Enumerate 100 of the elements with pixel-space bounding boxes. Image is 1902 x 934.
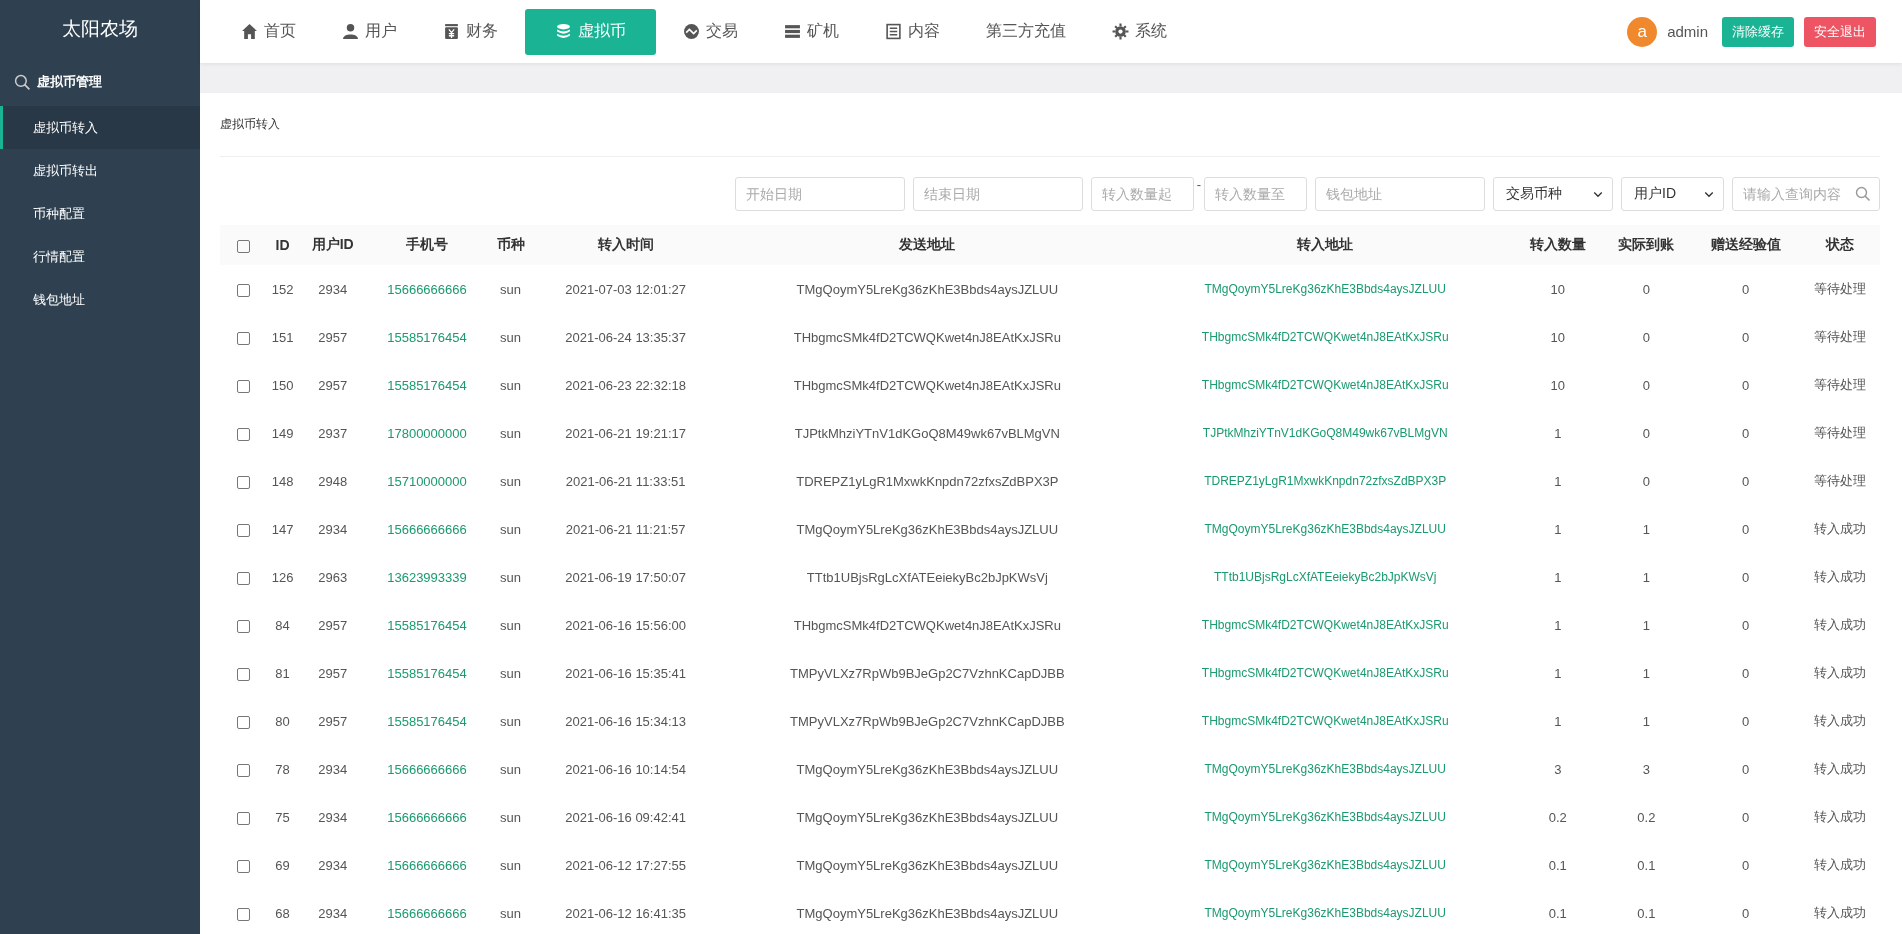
phone-link[interactable]: 15585176454 xyxy=(366,697,488,745)
address-link[interactable]: TJPtkMhziYTnV1dKGoQ8M49wk67vBLMgVN xyxy=(1136,409,1514,457)
sidebar-item[interactable]: 虚拟币转出 xyxy=(0,149,200,192)
address-link[interactable]: TTtb1UBjsRgLcXfATEeiekyBc2bJpKWsVj xyxy=(1136,553,1514,601)
address-link[interactable]: THbgmcSMk4fD2TCWQKwet4nJ8EAtKxJSRu xyxy=(1136,649,1514,697)
table-cell-text: 2021-06-12 16:41:35 xyxy=(564,904,687,923)
input-field[interactable]: 转入数量至 xyxy=(1204,177,1307,211)
table-cell-text: 0 xyxy=(1740,328,1751,347)
phone-link[interactable]: 13623993339 xyxy=(366,553,488,601)
address-link[interactable]: TMgQoymY5LreKg36zKhE3Bbds4aysJZLUU xyxy=(1136,505,1514,553)
phone-link[interactable]: 15666666666 xyxy=(366,889,488,934)
table-cell-text: 转入成功 xyxy=(1813,904,1868,922)
phone-link[interactable]: 15585176454 xyxy=(366,649,488,697)
checkbox[interactable] xyxy=(236,331,250,345)
nav-tab[interactable]: 用户 xyxy=(323,8,416,55)
phone-link[interactable]: 15585176454 xyxy=(366,361,488,409)
checkbox[interactable] xyxy=(236,715,250,729)
address-link[interactable]: TDREPZ1yLgR1MxwkKnpdn72zfxsZdBPX3P xyxy=(1136,457,1514,505)
table-cell-text: TMgQoymY5LreKg36zKhE3Bbds4aysJZLUU xyxy=(795,856,1060,875)
table-cell-text: 148 xyxy=(270,472,295,491)
nav-tab[interactable]: 系统 xyxy=(1093,8,1186,55)
checkbox[interactable] xyxy=(236,667,250,681)
checkbox[interactable] xyxy=(236,475,250,489)
phone-link[interactable]: 15585176454 xyxy=(366,313,488,361)
checkbox[interactable] xyxy=(236,283,250,297)
table-cell-text: sun xyxy=(499,904,523,923)
checkbox[interactable] xyxy=(236,571,250,585)
checkbox[interactable] xyxy=(236,239,250,253)
table-cell-text: 转入成功 xyxy=(1813,808,1868,826)
checkbox[interactable] xyxy=(236,907,250,921)
address-link[interactable]: THbgmcSMk4fD2TCWQKwet4nJ8EAtKxJSRu xyxy=(1136,601,1514,649)
input-field[interactable]: 转入数量起 xyxy=(1090,177,1194,211)
clear-cache-button[interactable]: 清除缓存 xyxy=(1722,16,1794,47)
phone-link[interactable]: 15666666666 xyxy=(366,841,488,889)
address-link[interactable]: THbgmcSMk4fD2TCWQKwet4nJ8EAtKxJSRu xyxy=(1136,313,1514,361)
address-link[interactable]: TMgQoymY5LreKg36zKhE3Bbds4aysJZLUU xyxy=(1136,889,1514,934)
table-cell-text: 2021-06-19 17:50:07 xyxy=(564,568,687,587)
nav-tab[interactable]: 财务 xyxy=(424,8,517,55)
table-cell-text: sun xyxy=(499,424,523,443)
sidebar-item[interactable]: 虚拟币转入 xyxy=(0,106,200,149)
sidebar-item[interactable]: 行情配置 xyxy=(0,235,200,278)
input-field[interactable]: 结束日期 xyxy=(912,177,1083,211)
sidebar-item[interactable]: 币种配置 xyxy=(0,192,200,235)
address-link[interactable]: TMgQoymY5LreKg36zKhE3Bbds4aysJZLUU xyxy=(1136,745,1514,793)
address-link[interactable]: THbgmcSMk4fD2TCWQKwet4nJ8EAtKxJSRu xyxy=(1136,697,1514,745)
table-cell-text: TMgQoymY5LreKg36zKhE3Bbds4aysJZLUU xyxy=(795,808,1060,827)
checkbox[interactable] xyxy=(236,379,250,393)
address-link[interactable]: THbgmcSMk4fD2TCWQKwet4nJ8EAtKxJSRu xyxy=(1136,361,1514,409)
checkbox[interactable] xyxy=(236,523,250,537)
table-cell-text: 84 xyxy=(274,616,291,635)
table-cell-text: 转入成功 xyxy=(1813,520,1868,538)
checkbox[interactable] xyxy=(236,427,250,441)
table-cell-text: 0 xyxy=(1641,376,1651,395)
table-cell-text: 1 xyxy=(1553,424,1563,443)
input-field[interactable]: 钱包地址 xyxy=(1315,177,1485,211)
logout-button[interactable]: 安全退出 xyxy=(1804,16,1876,47)
phone-link[interactable]: 15666666666 xyxy=(366,745,488,793)
table-cell-text: 149 xyxy=(270,424,295,443)
address-link[interactable]: TMgQoymY5LreKg36zKhE3Bbds4aysJZLUU xyxy=(1136,265,1514,313)
checkbox[interactable] xyxy=(236,763,250,777)
table-cell-text: TMgQoymY5LreKg36zKhE3Bbds4aysJZLUU xyxy=(795,760,1060,779)
table-cell-text: 0 xyxy=(1641,472,1651,491)
phone-link[interactable]: 15585176454 xyxy=(366,601,488,649)
table-cell-text: 2937 xyxy=(317,424,349,443)
address-link[interactable]: TMgQoymY5LreKg36zKhE3Bbds4aysJZLUU xyxy=(1136,793,1514,841)
column-header: 用户ID xyxy=(299,225,367,265)
table-cell-text: 1 xyxy=(1553,568,1563,587)
nav-tab[interactable]: 内容 xyxy=(866,8,959,55)
select-dropdown[interactable]: 用户ID xyxy=(1621,177,1724,211)
table-cell: 0 xyxy=(1690,265,1801,313)
table-cell-text: 0 xyxy=(1740,568,1751,587)
table-cell-text: 2021-06-21 11:21:57 xyxy=(564,520,687,539)
table-cell-text: 2934 xyxy=(317,760,349,779)
table-cell-text: TTtb1UBjsRgLcXfATEeiekyBc2bJpKWsVj xyxy=(805,568,1049,587)
nav-tab[interactable]: 第三方充值 xyxy=(967,8,1085,55)
search-field[interactable]: 请输入查询内容 xyxy=(1732,177,1880,211)
column-header: 实际到账 xyxy=(1602,225,1691,265)
phone-link[interactable]: 15666666666 xyxy=(366,793,488,841)
table-cell-text: 2948 xyxy=(317,472,349,491)
phone-link[interactable]: 15666666666 xyxy=(366,265,488,313)
select-dropdown[interactable]: 交易币种 xyxy=(1493,177,1613,211)
checkbox[interactable] xyxy=(236,859,250,873)
table-cell-text: 0.1 xyxy=(1547,856,1568,875)
avatar[interactable]: a xyxy=(1627,16,1658,47)
sidebar-item[interactable]: 钱包地址 xyxy=(0,278,200,321)
phone-link[interactable]: 15710000000 xyxy=(366,457,488,505)
checkbox[interactable] xyxy=(236,811,250,825)
input-field[interactable]: 开始日期 xyxy=(734,177,905,211)
table-cell-text: 10 xyxy=(1549,376,1567,395)
checkbox[interactable] xyxy=(236,619,250,633)
nav-tab[interactable]: 矿机 xyxy=(765,8,858,55)
nav-tab[interactable]: 虚拟币 xyxy=(525,8,656,55)
table-cell-text: THbgmcSMk4fD2TCWQKwet4nJ8EAtKxJSRu xyxy=(792,376,1062,395)
nav-tab[interactable]: 交易 xyxy=(664,8,757,55)
address-link[interactable]: TMgQoymY5LreKg36zKhE3Bbds4aysJZLUU xyxy=(1136,841,1514,889)
phone-link[interactable]: 15666666666 xyxy=(366,505,488,553)
table-cell-text: 等待处理 xyxy=(1813,376,1868,394)
phone-link[interactable]: 17800000000 xyxy=(366,409,488,457)
nav-tab[interactable]: 首页 xyxy=(222,8,315,55)
brand-title: 太阳农场 xyxy=(61,17,139,41)
